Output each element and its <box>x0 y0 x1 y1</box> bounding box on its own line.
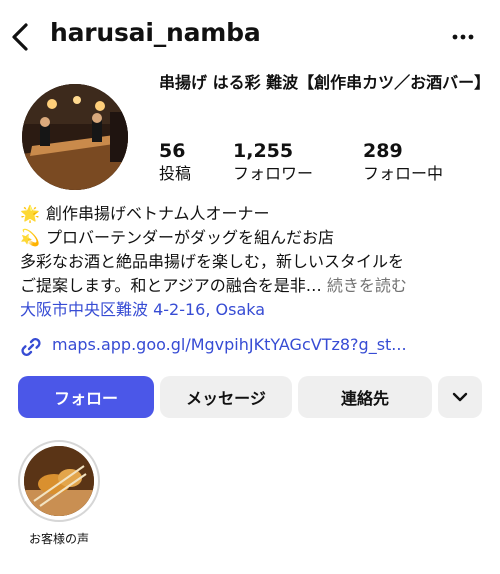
highlight-label: お客様の声 <box>28 532 89 546</box>
more-dots-icon[interactable] <box>452 34 474 40</box>
top-bar: harusai_namba <box>0 0 500 76</box>
highlight-photo <box>24 446 94 516</box>
suggestions-button[interactable] <box>438 376 482 418</box>
highlight-ring <box>18 440 100 522</box>
followers-label: フォロワー <box>233 164 314 183</box>
external-link[interactable]: maps.app.goo.gl/MgvpihJKtYAGcVTz8?g_st..… <box>20 334 490 360</box>
chevron-down-icon <box>452 392 468 402</box>
bio-line: 🌟 創作串揚げベトナム人オーナー <box>20 202 490 226</box>
followers-count: 1,255 <box>233 140 294 162</box>
profile-avatar[interactable] <box>22 84 128 190</box>
bio-line: 💫 プロバーテンダーがダッグを組んだお店 <box>20 226 490 250</box>
followers-stat[interactable]: 1,255 フォロワー <box>233 140 313 184</box>
profile-bio: 🌟 創作串揚げベトナム人オーナー 💫 プロバーテンダーがダッグを組んだお店 多彩なお… <box>20 202 490 322</box>
star-icon: 🌟 <box>20 204 40 223</box>
avatar-photo <box>22 84 128 190</box>
location-link[interactable]: 大阪市中央区難波 4-2-16, Osaka <box>20 298 490 322</box>
profile-display-name: 串揚げ はる彩 難波【創作串カツ／お酒バー】 <box>159 73 491 92</box>
bio-text: 多彩なお酒と絶品串揚げを楽しむ，新しいスタイルを <box>20 252 405 271</box>
following-stat[interactable]: 289 フォロー中 <box>363 140 443 184</box>
sparkle-icon: 💫 <box>20 228 40 247</box>
following-label: フォロー中 <box>363 164 444 183</box>
posts-label: 投稿 <box>159 164 192 183</box>
contact-button[interactable]: 連絡先 <box>298 376 432 418</box>
story-highlight[interactable]: お客様の声 <box>18 440 100 547</box>
follow-button[interactable]: フォロー <box>18 376 154 418</box>
link-text: maps.app.goo.gl/MgvpihJKtYAGcVTz8?g_st..… <box>52 335 407 354</box>
link-chain-icon <box>21 338 41 356</box>
bio-text: ご提案します。和とアジアの融合を是非… <box>20 276 322 295</box>
bio-text: 創作串揚げベトナム人オーナー <box>46 204 270 223</box>
highlight-cover <box>24 446 94 516</box>
read-more-link[interactable]: 続きを読む <box>327 276 407 295</box>
message-button[interactable]: メッセージ <box>160 376 292 418</box>
bio-line: ご提案します。和とアジアの融合を是非… 続きを読む <box>20 274 490 298</box>
following-count: 289 <box>363 140 403 162</box>
posts-count: 56 <box>159 140 186 162</box>
bio-text: プロバーテンダーがダッグを組んだお店 <box>46 228 335 247</box>
back-arrow-icon[interactable] <box>8 22 34 52</box>
posts-stat[interactable]: 56 投稿 <box>159 140 191 184</box>
profile-username: harusai_namba <box>50 18 261 47</box>
